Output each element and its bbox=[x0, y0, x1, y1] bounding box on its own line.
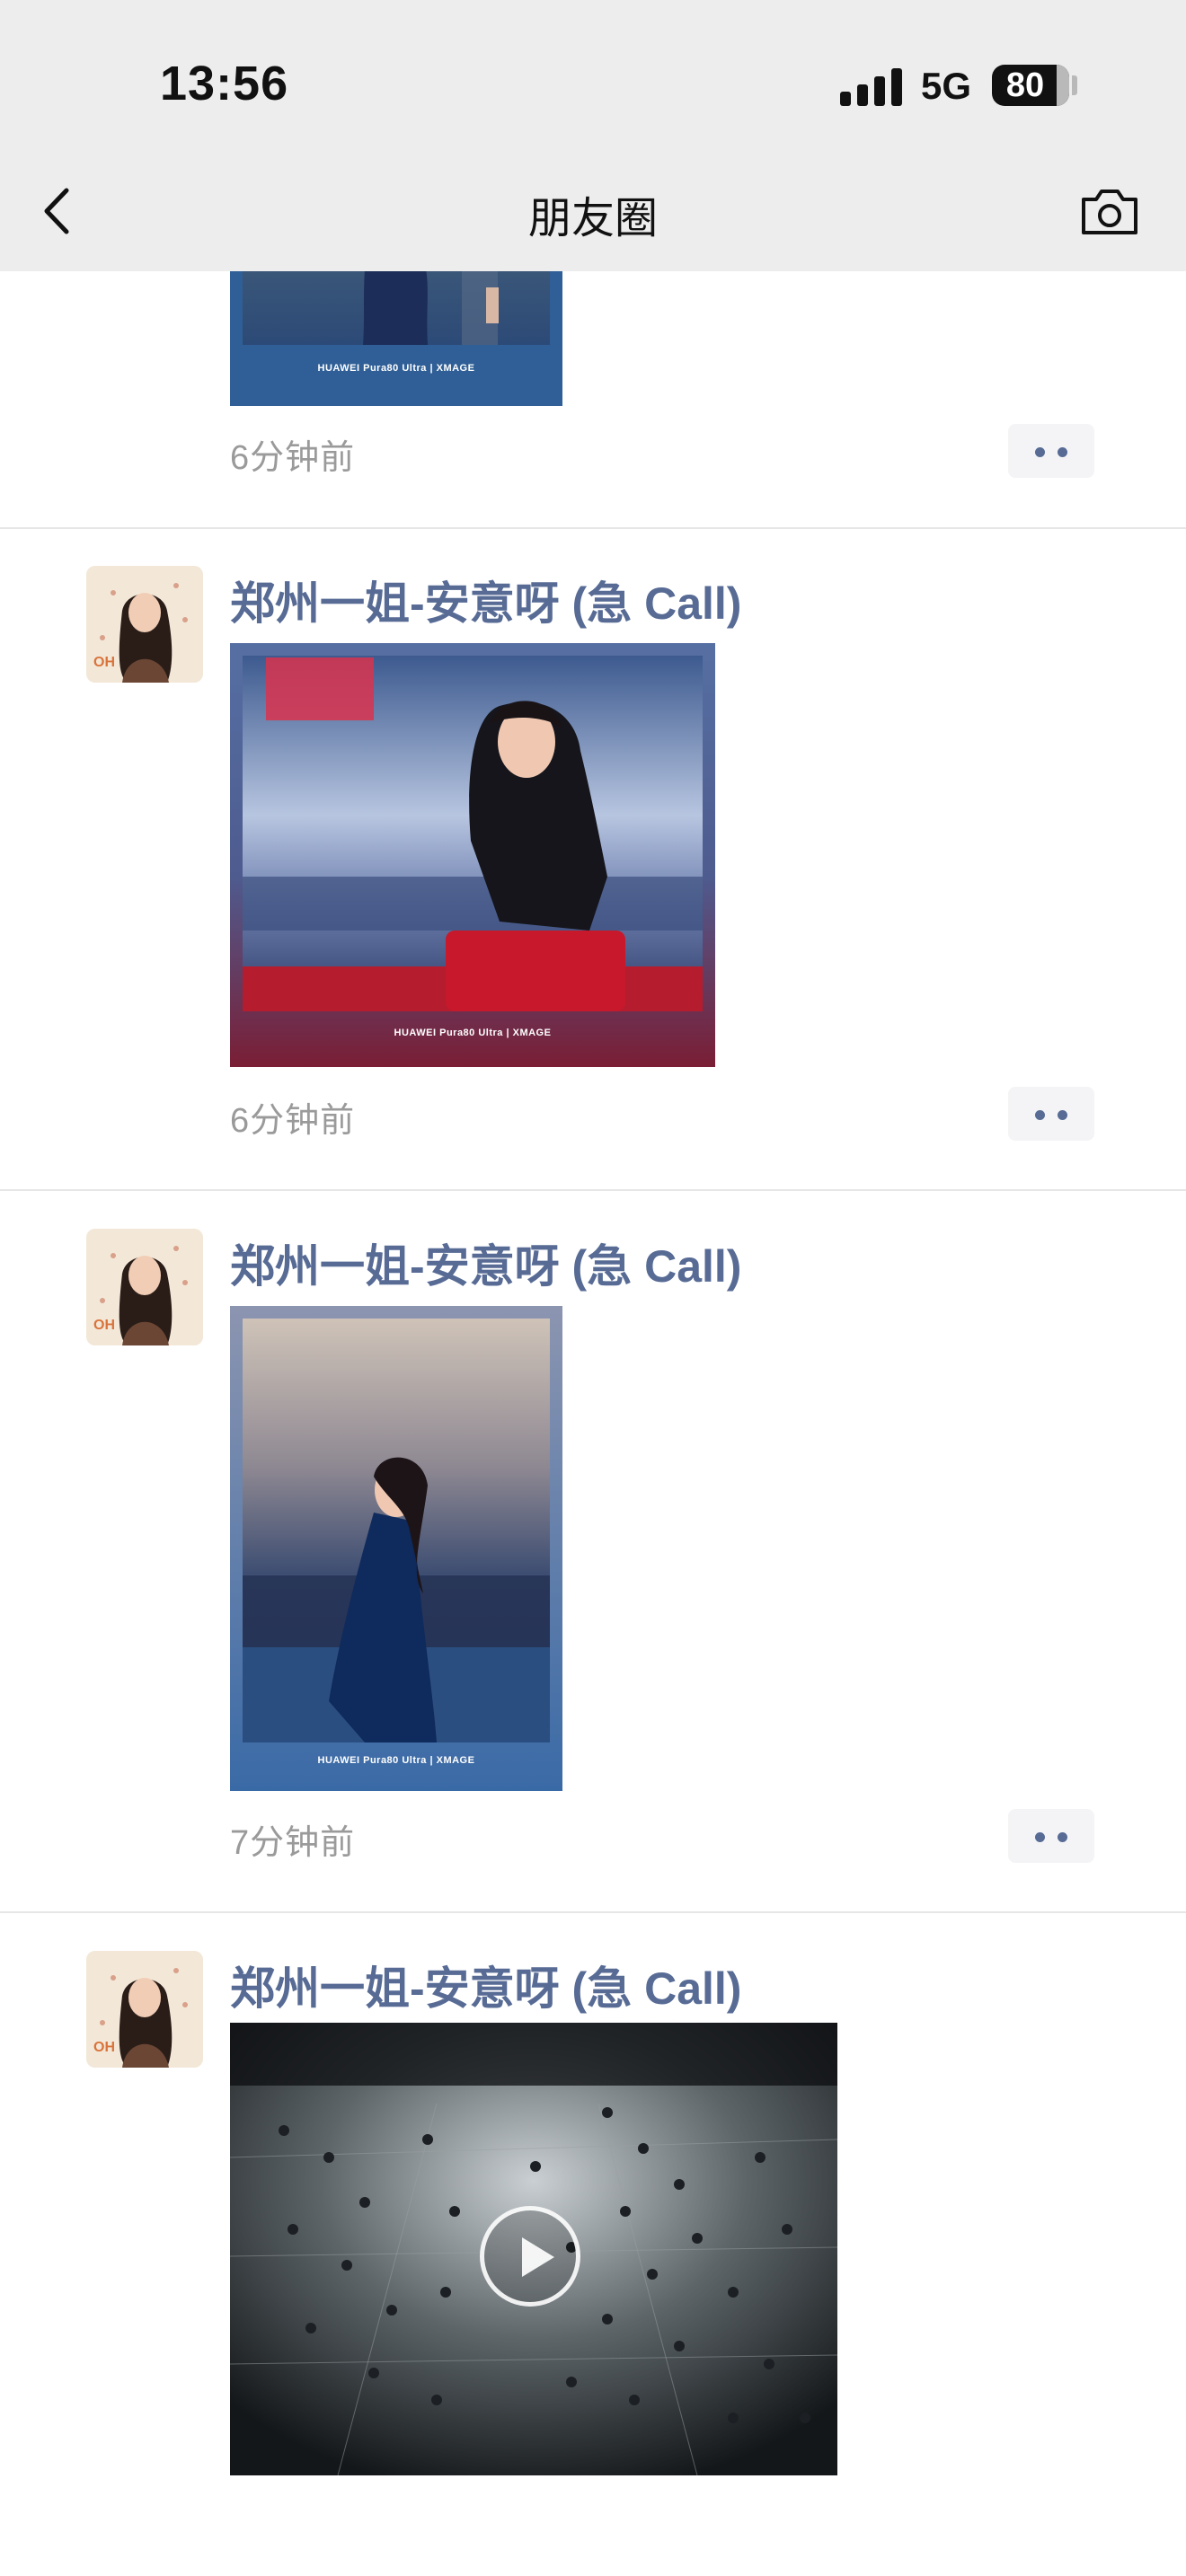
moment-post: OH 郑州一姐-安意呀 (急 Call) bbox=[0, 1913, 1186, 2576]
avatar[interactable]: OH bbox=[86, 566, 203, 683]
play-icon[interactable] bbox=[480, 2206, 580, 2307]
avatar[interactable]: OH bbox=[86, 1229, 203, 1345]
battery-cap bbox=[1072, 75, 1077, 95]
post-time: 6分钟前 bbox=[230, 1102, 356, 1140]
network-type: 5G bbox=[921, 65, 972, 107]
more-options-button[interactable] bbox=[1008, 424, 1094, 478]
post-photo[interactable]: HUAWEI Pura80 Ultra | XMAGE bbox=[230, 269, 562, 406]
photo-watermark: HUAWEI Pura80 Ultra | XMAGE bbox=[394, 1028, 552, 1038]
post-time: 6分钟前 bbox=[230, 439, 356, 477]
svg-text:OH: OH bbox=[93, 1318, 115, 1333]
post-photo[interactable]: HUAWEI Pura80 Ultra | XMAGE bbox=[230, 643, 715, 1067]
post-video[interactable] bbox=[230, 2023, 837, 2475]
post-photo[interactable]: HUAWEI Pura80 Ultra | XMAGE bbox=[230, 1306, 562, 1791]
photo-image bbox=[230, 269, 562, 406]
more-options-button[interactable] bbox=[1008, 1809, 1094, 1863]
photo-watermark: HUAWEI Pura80 Ultra | XMAGE bbox=[317, 1755, 475, 1766]
more-options-button[interactable] bbox=[1008, 1087, 1094, 1141]
post-time: 7分钟前 bbox=[230, 1824, 356, 1862]
moment-post: OH 郑州一姐-安意呀 (急 Call) HUAWEI Pura80 Ultra bbox=[0, 1191, 1186, 1910]
moment-post: OH 郑州一姐-安意呀 (急 Call) bbox=[0, 528, 1186, 1189]
signal-icon bbox=[840, 66, 903, 106]
post-username[interactable]: 郑州一姐-安意呀 (急 Call) bbox=[230, 1953, 741, 2017]
svg-text:OH: OH bbox=[93, 2040, 115, 2055]
post-username[interactable]: 郑州一姐-安意呀 (急 Call) bbox=[230, 1231, 741, 1295]
battery-level: 80 bbox=[1005, 66, 1045, 104]
photo-image bbox=[230, 1306, 562, 1791]
battery-icon: 80 bbox=[992, 65, 1069, 106]
photo-watermark: HUAWEI Pura80 Ultra | XMAGE bbox=[317, 363, 475, 374]
avatar-image: OH bbox=[86, 1229, 203, 1345]
page-title: 朋友圈 bbox=[527, 195, 658, 243]
post-username[interactable]: 郑州一姐-安意呀 (急 Call) bbox=[230, 568, 741, 632]
avatar-image: OH bbox=[86, 566, 203, 683]
photo-image bbox=[230, 643, 715, 1067]
svg-text:OH: OH bbox=[93, 655, 115, 670]
top-bar: 13:56 5G 80 朋友圈 bbox=[0, 0, 1186, 271]
camera-icon bbox=[1082, 190, 1137, 234]
avatar-image: OH bbox=[86, 1951, 203, 2068]
status-time: 13:56 bbox=[160, 57, 289, 110]
camera-button[interactable] bbox=[1078, 187, 1141, 237]
avatar[interactable]: OH bbox=[86, 1951, 203, 2068]
